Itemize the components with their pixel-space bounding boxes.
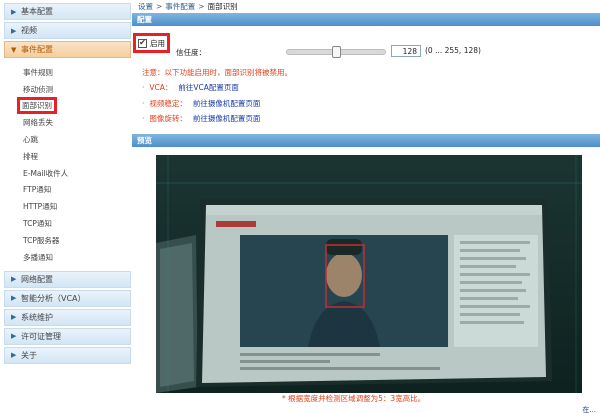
sidebar-item-label: TCP服务器 — [23, 235, 60, 245]
chevron-right-icon: ▶ — [11, 275, 17, 284]
breadcrumb-settings[interactable]: 设置 — [138, 1, 153, 12]
bullet: · — [142, 114, 145, 124]
link-row-name: 视频稳定： — [149, 98, 187, 108]
sidebar-item-label: HTTP通知 — [23, 202, 58, 212]
enable-checkbox-row[interactable]: ✔ 启用 — [133, 33, 170, 53]
sidebar-item-label: 心跳 — [23, 135, 38, 145]
sidebar-item-schedule[interactable]: 排程 — [0, 148, 131, 165]
sidebar-item-label: 网络丢失 — [23, 118, 53, 128]
sidebar-group-label: 关于 — [21, 350, 37, 360]
enable-checkbox[interactable]: ✔ — [138, 38, 147, 48]
main-content: 设置 > 事件配置 > 面部识别 配置 ✔ 启用 信任度： 128 (0 ...… — [132, 0, 600, 413]
sidebar-event-items: 事件规则 移动侦测 面部识别 网络丢失 心跳 排程 E-Mail收件人 FTP通… — [0, 60, 131, 266]
sidebar-item-label: FTP通知 — [23, 185, 52, 195]
enable-label: 启用 — [150, 38, 165, 48]
sidebar-item-label: 面部识别 — [17, 97, 57, 115]
sidebar-group-label: 系统维护 — [21, 312, 53, 322]
sidebar-group-maintenance[interactable]: ▶ 系统维护 — [4, 308, 131, 326]
sensitivity-label: 信任度： — [176, 47, 206, 57]
preview-video — [156, 155, 582, 393]
notice-text: 注意：以下功能启用时，面部识别将被禁用。 — [142, 68, 292, 77]
goto-camera-link[interactable]: 前往摄像机配置页面 — [193, 98, 261, 109]
sidebar-item-ftp[interactable]: FTP通知 — [0, 182, 131, 199]
goto-vca-link[interactable]: 前往VCA配置页面 — [178, 82, 239, 93]
preview-note: * 根据宽度并检测区域调整为5：3宽高比。 — [282, 394, 426, 403]
link-row-rotation: · 图像旋转： 前往摄像机配置页面 — [142, 111, 260, 127]
sidebar-item-label: 多播通知 — [23, 252, 53, 262]
sidebar-item-http[interactable]: HTTP通知 — [0, 198, 131, 215]
goto-camera-link[interactable]: 前往摄像机配置页面 — [193, 113, 261, 124]
link-row-stabilization: · 视频稳定： 前往摄像机配置页面 — [142, 96, 260, 112]
chevron-right-icon: ▶ — [11, 26, 17, 35]
link-row-name: VCA： — [149, 83, 173, 93]
sidebar-item-heartbeat[interactable]: 心跳 — [0, 131, 131, 148]
chevron-down-icon: ▼ — [11, 45, 17, 54]
config-section-header: 配置 — [132, 13, 600, 26]
bullet: · — [142, 83, 145, 93]
sensitivity-row: 信任度： 128 (0 ... 255, 128) — [176, 45, 596, 59]
sidebar-item-face-recognition[interactable]: 面部识别 — [0, 97, 131, 115]
link-row-vca: · VCA： 前往VCA配置页面 — [142, 80, 260, 96]
sidebar-group-event[interactable]: ▼ 事件配置 — [4, 41, 131, 58]
related-links: · VCA： 前往VCA配置页面 · 视频稳定： 前往摄像机配置页面 · 图像旋… — [142, 80, 260, 127]
sidebar-group-label: 事件配置 — [21, 45, 53, 54]
sidebar-group-video[interactable]: ▶ 视频 — [4, 22, 131, 39]
sensitivity-input[interactable]: 128 — [391, 45, 421, 57]
sidebar-item-label: 移动侦测 — [23, 84, 53, 94]
sidebar-item-network-loss[interactable]: 网络丢失 — [0, 114, 131, 131]
sidebar-item-tcp-notify[interactable]: TCP通知 — [0, 215, 131, 232]
sidebar-group-network[interactable]: ▶ 网络配置 — [4, 270, 131, 288]
breadcrumb-event-config[interactable]: 事件配置 — [165, 1, 195, 12]
bullet: · — [142, 98, 145, 108]
breadcrumb-separator: > — [198, 2, 205, 11]
sidebar-group-basic[interactable]: ▶ 基本配置 — [4, 3, 131, 20]
chevron-right-icon: ▶ — [11, 294, 17, 303]
chevron-right-icon: ▶ — [11, 7, 17, 16]
breadcrumb: 设置 > 事件配置 > 面部识别 — [132, 0, 600, 13]
sidebar-group-label: 智能分析（VCA） — [21, 293, 86, 303]
chevron-right-icon: ▶ — [11, 332, 17, 341]
breadcrumb-current: 面部识别 — [207, 2, 238, 11]
sidebar-item-label: 事件规则 — [23, 67, 53, 77]
sensitivity-range: (0 ... 255, 128) — [425, 46, 481, 55]
link-row-name: 图像旋转： — [149, 114, 187, 124]
sidebar-group-label: 视频 — [21, 26, 37, 35]
sidebar-group-vca[interactable]: ▶ 智能分析（VCA） — [4, 289, 131, 307]
sidebar-group-label: 许可证管理 — [21, 331, 61, 341]
sidebar-group-about[interactable]: ▶ 关于 — [4, 346, 131, 364]
sidebar: ▶ 基本配置 ▶ 视频 ▼ 事件配置 事件规则 移动侦测 面部识别 网络丢失 心… — [0, 0, 131, 413]
sidebar-item-label: 排程 — [23, 151, 38, 161]
sidebar-item-motion[interactable]: 移动侦测 — [0, 81, 131, 98]
footer-link[interactable]: 在... — [582, 405, 596, 413]
sidebar-item-multicast[interactable]: 多播通知 — [0, 249, 131, 266]
sidebar-group-license[interactable]: ▶ 许可证管理 — [4, 327, 131, 345]
sidebar-item-email[interactable]: E-Mail收件人 — [0, 165, 131, 182]
sidebar-item-label: E-Mail收件人 — [23, 168, 69, 178]
slider-thumb[interactable] — [331, 46, 341, 58]
preview-section-header: 预览 — [132, 134, 600, 147]
sidebar-group-label: 网络配置 — [21, 274, 53, 284]
sidebar-group-label: 基本配置 — [21, 7, 53, 16]
breadcrumb-separator: > — [156, 2, 163, 11]
chevron-right-icon: ▶ — [11, 351, 17, 360]
sidebar-item-tcp-server[interactable]: TCP服务器 — [0, 232, 131, 249]
chevron-right-icon: ▶ — [11, 313, 17, 322]
sidebar-item-label: TCP通知 — [23, 219, 52, 229]
sensitivity-slider[interactable] — [286, 46, 386, 58]
video-frame-image — [156, 155, 582, 393]
sidebar-item-event-rules[interactable]: 事件规则 — [0, 64, 131, 81]
